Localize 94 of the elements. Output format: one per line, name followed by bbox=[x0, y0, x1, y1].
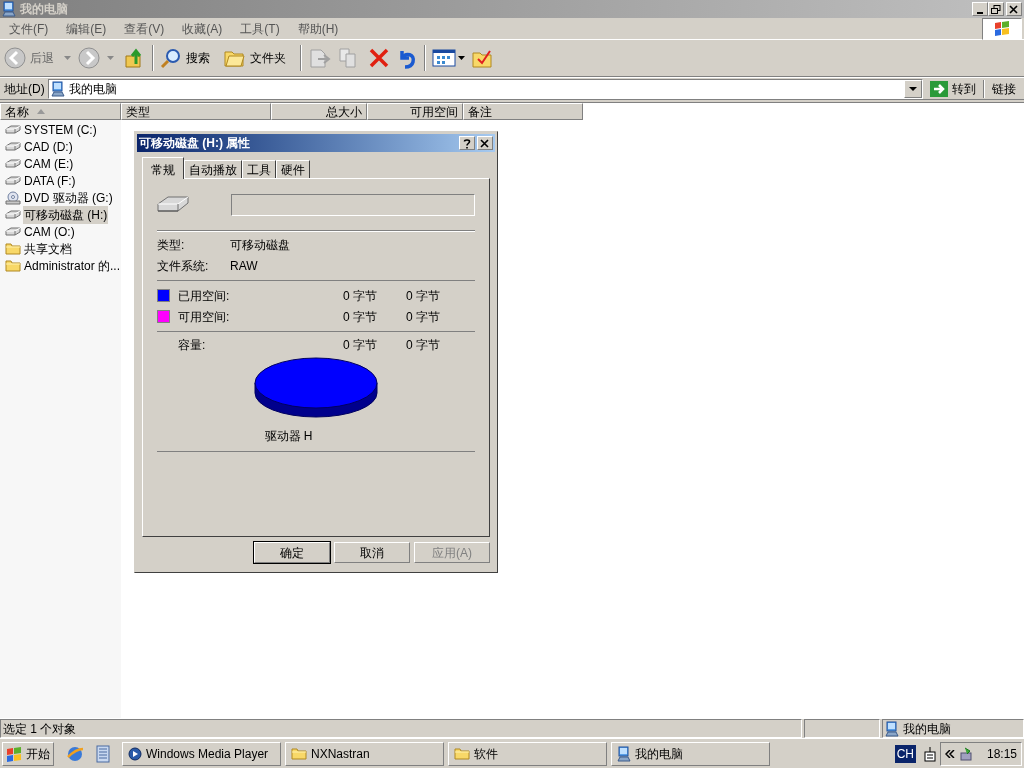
delete-icon[interactable] bbox=[368, 47, 390, 69]
status-location: 我的电脑 bbox=[903, 720, 951, 738]
address-field[interactable]: 我的电脑 bbox=[47, 78, 923, 99]
computer-icon bbox=[885, 720, 899, 737]
taskbar-button[interactable]: 我的电脑 bbox=[611, 741, 770, 766]
go-button[interactable]: 转到 bbox=[926, 79, 980, 98]
menu-item[interactable]: 帮助(H) bbox=[288, 19, 348, 38]
file-name[interactable]: DATA (F:) bbox=[23, 171, 77, 190]
language-indicator[interactable]: CH bbox=[894, 744, 916, 763]
move-to-icon[interactable] bbox=[308, 47, 332, 69]
network-icon[interactable] bbox=[958, 745, 975, 762]
back-button[interactable]: 后退 bbox=[4, 47, 54, 69]
minimize-icon[interactable] bbox=[972, 2, 988, 16]
browser-icon[interactable] bbox=[66, 744, 84, 763]
close-icon[interactable] bbox=[477, 136, 493, 150]
menu-item[interactable]: 查看(V) bbox=[115, 19, 174, 38]
dropdown-icon[interactable] bbox=[904, 79, 922, 98]
clock: 18:15 bbox=[986, 745, 1017, 763]
drive-icon bbox=[5, 174, 21, 187]
drive-icon bbox=[5, 208, 21, 221]
drive-icon bbox=[5, 140, 21, 153]
forward-icon[interactable] bbox=[77, 46, 101, 70]
file-name[interactable]: CAM (O:) bbox=[23, 222, 76, 241]
column-header[interactable]: 可用空间 bbox=[367, 103, 463, 120]
media-player-icon bbox=[128, 746, 142, 761]
file-name[interactable]: 可移动磁盘 (H:) bbox=[23, 205, 109, 224]
folder-icon bbox=[5, 242, 21, 255]
byte-count: 0 字节 bbox=[342, 308, 377, 326]
tab[interactable]: 常规 bbox=[142, 157, 184, 179]
status-text: 选定 1 个对象 bbox=[0, 719, 802, 738]
dialog-button[interactable]: 确定 bbox=[254, 542, 330, 563]
field-value: RAW bbox=[230, 258, 258, 275]
menu-item[interactable]: 收藏(A) bbox=[173, 19, 232, 38]
column-header[interactable]: 备注 bbox=[463, 103, 583, 120]
taskbar-button[interactable]: Windows Media Player bbox=[122, 741, 281, 766]
caret-icon[interactable] bbox=[458, 56, 465, 60]
windows-logo-icon bbox=[6, 745, 22, 762]
column-header[interactable]: 名称 bbox=[0, 103, 121, 120]
size-value: 0 字节 bbox=[405, 336, 440, 354]
restore-icon[interactable] bbox=[988, 2, 1004, 16]
folder-icon bbox=[454, 747, 470, 760]
size-value: 0 字节 bbox=[405, 308, 440, 326]
drive-icon bbox=[5, 123, 21, 136]
drive-label-field[interactable] bbox=[231, 193, 475, 216]
keyboard-icon[interactable] bbox=[923, 745, 936, 762]
taskbar-button[interactable]: NXNastran bbox=[285, 741, 444, 766]
folders-button[interactable]: 文件夹 bbox=[224, 48, 286, 68]
start-button[interactable]: 开始 bbox=[2, 741, 54, 766]
dialog-title: 可移动磁盘 (H:) 属性 bbox=[139, 135, 251, 152]
field-label: 已用空间: bbox=[178, 287, 231, 305]
byte-count: 0 字节 bbox=[342, 287, 377, 305]
tab[interactable]: 自动播放 bbox=[184, 160, 242, 178]
tab[interactable]: 硬件 bbox=[276, 160, 310, 178]
drive-icon bbox=[5, 225, 21, 238]
views-icon[interactable] bbox=[432, 48, 456, 68]
address-label: 地址(D) bbox=[4, 80, 45, 98]
field-label: 可用空间: bbox=[178, 308, 231, 326]
file-name[interactable]: 共享文档 bbox=[23, 239, 73, 258]
field-label: 容量: bbox=[178, 336, 207, 354]
folder-icon bbox=[291, 747, 307, 760]
column-header[interactable]: 类型 bbox=[121, 103, 271, 120]
search-icon bbox=[160, 47, 182, 69]
chevron-icon[interactable] bbox=[944, 749, 955, 758]
folder-icon bbox=[5, 259, 21, 272]
dialog-button[interactable]: 取消 bbox=[334, 542, 410, 563]
file-name[interactable]: CAM (E:) bbox=[23, 154, 75, 173]
size-value: 0 字节 bbox=[405, 287, 440, 305]
computer-icon bbox=[617, 745, 631, 762]
window-title: 我的电脑 bbox=[20, 1, 68, 18]
menu-item[interactable]: 工具(T) bbox=[231, 19, 289, 38]
drive-icon bbox=[5, 157, 21, 170]
file-name[interactable]: SYSTEM (C:) bbox=[23, 120, 98, 139]
file-name[interactable]: DVD 驱动器 (G:) bbox=[23, 188, 114, 207]
field-label: 类型: bbox=[157, 237, 186, 254]
file-name[interactable]: Administrator 的... bbox=[23, 256, 122, 275]
menu-item[interactable]: 文件(F) bbox=[0, 19, 58, 38]
folder-icon bbox=[224, 48, 246, 68]
field-value: 可移动磁盘 bbox=[230, 237, 290, 254]
help-icon[interactable] bbox=[459, 136, 475, 150]
field-label: 文件系统: bbox=[157, 258, 210, 275]
computer-icon bbox=[50, 80, 65, 97]
links-button[interactable]: 链接 bbox=[988, 79, 1020, 98]
tab[interactable]: 工具 bbox=[242, 160, 276, 178]
computer-icon bbox=[2, 1, 16, 17]
file-name[interactable]: CAD (D:) bbox=[23, 137, 74, 156]
dvd-drive-icon bbox=[5, 190, 21, 205]
column-header[interactable]: 总大小 bbox=[271, 103, 367, 120]
search-button[interactable]: 搜索 bbox=[160, 47, 210, 69]
arrow-icon bbox=[930, 80, 948, 97]
close-icon[interactable] bbox=[1006, 2, 1022, 16]
taskbar-button[interactable]: 软件 bbox=[448, 741, 607, 766]
drive-caption: 驱动器 H bbox=[264, 428, 313, 445]
byte-count: 0 字节 bbox=[342, 336, 377, 354]
menu-item[interactable]: 编辑(E) bbox=[57, 19, 116, 38]
